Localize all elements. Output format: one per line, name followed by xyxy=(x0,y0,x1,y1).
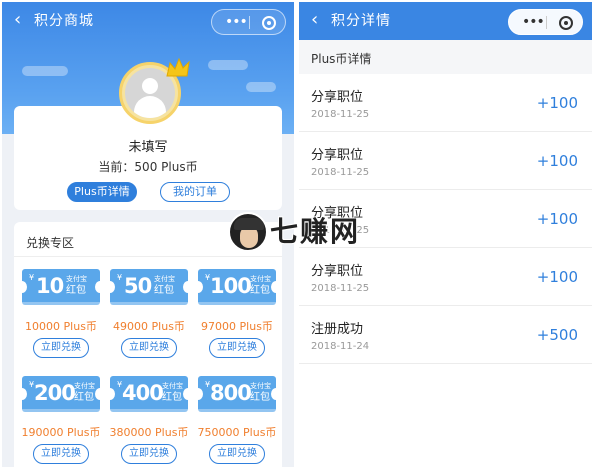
coupon-amount: 400 xyxy=(122,381,164,405)
more-icon[interactable]: ••• xyxy=(225,13,248,31)
mini-program-capsule: ••• xyxy=(508,9,583,35)
close-target-icon[interactable] xyxy=(559,16,573,30)
list-item: 分享职位 2018-11-25 +100 xyxy=(299,74,592,132)
coupon-price: 380000 Plus币 xyxy=(109,426,189,439)
redeem-button[interactable]: 立即兑换 xyxy=(33,338,89,358)
list-item: 分享职位 2018-11-25 +100 xyxy=(299,248,592,306)
points-details-button[interactable]: Plus币详情 xyxy=(67,182,137,202)
nav-bar: ‹ 积分详情 ••• xyxy=(299,2,592,40)
points-balance: 当前：500 Plus币 xyxy=(98,160,198,174)
coupon-price: 49000 Plus币 xyxy=(113,320,185,333)
record-date: 2018-11-25 xyxy=(311,109,370,120)
redeem-button[interactable]: 立即兑换 xyxy=(121,444,177,464)
coupon-card[interactable]: ¥ 50 支付宝 红包 xyxy=(105,269,193,305)
record-points: +100 xyxy=(536,152,578,170)
list-item: 注册成功 2018-11-24 +500 xyxy=(299,306,592,364)
record-points: +500 xyxy=(536,326,578,344)
coupon-price: 10000 Plus币 xyxy=(25,320,97,333)
redeem-button[interactable]: 立即兑换 xyxy=(33,444,89,464)
back-icon[interactable]: ‹ xyxy=(14,10,21,30)
record-title: 注册成功 xyxy=(311,322,364,337)
nav-bar: ‹ 积分商城 ••• xyxy=(2,2,294,40)
crown-icon xyxy=(166,57,190,77)
more-icon[interactable]: ••• xyxy=(522,13,545,31)
coupon-amount: 800 xyxy=(210,381,252,405)
record-title: 分享职位 xyxy=(311,264,364,279)
coupon-price: 750000 Plus币 xyxy=(197,426,277,439)
watermark: 七赚网 xyxy=(228,212,370,252)
redeem-button[interactable]: 立即兑换 xyxy=(209,444,265,464)
exchange-heading: 兑换专区 xyxy=(26,236,75,250)
watermark-text: 七赚网 xyxy=(270,215,361,248)
coupon-card[interactable]: ¥ 200 支付宝 红包 xyxy=(17,376,105,412)
coupon-card[interactable]: ¥ 400 支付宝 红包 xyxy=(105,376,193,412)
coupon-price: 190000 Plus币 xyxy=(21,426,101,439)
record-date: 2018-11-25 xyxy=(311,283,370,294)
record-date: 2018-11-24 xyxy=(311,341,370,352)
section-header: Plus币详情 xyxy=(299,40,592,74)
page-title: 积分商城 xyxy=(34,13,94,29)
redeem-button[interactable]: 立即兑换 xyxy=(121,338,177,358)
coupon-card[interactable]: ¥ 800 支付宝 红包 xyxy=(193,376,281,412)
list-item: 分享职位 2018-11-25 +100 xyxy=(299,132,592,190)
redeem-button[interactable]: 立即兑换 xyxy=(209,338,265,358)
coupon-card[interactable]: ¥ 10 支付宝 红包 xyxy=(17,269,105,305)
screenshot: ‹ 积分商城 ••• 未填写 当前：500 Plus币 Plus币详情 我的订单… xyxy=(0,0,594,467)
record-points: +100 xyxy=(536,268,578,286)
record-points: +100 xyxy=(536,94,578,112)
coupon-amount: 10 xyxy=(36,274,64,298)
my-orders-button[interactable]: 我的订单 xyxy=(160,182,230,202)
record-title: 分享职位 xyxy=(311,90,364,105)
record-date: 2018-11-25 xyxy=(311,167,370,178)
watermark-face-icon xyxy=(228,212,268,252)
coupon-amount: 100 xyxy=(210,274,252,298)
record-points: +100 xyxy=(536,210,578,228)
coupon-card[interactable]: ¥ 100 支付宝 红包 xyxy=(193,269,281,305)
nickname: 未填写 xyxy=(128,140,168,155)
coupon-amount: 200 xyxy=(34,381,76,405)
coupon-amount: 50 xyxy=(124,274,152,298)
record-title: 分享职位 xyxy=(311,148,364,163)
section-title: Plus币详情 xyxy=(311,52,372,66)
page-title: 积分详情 xyxy=(331,13,391,29)
coupon-price: 97000 Plus币 xyxy=(201,320,273,333)
back-icon[interactable]: ‹ xyxy=(311,10,318,30)
close-target-icon[interactable] xyxy=(262,16,276,30)
exchange-section: 兑换专区 ¥ 10 支付宝 红包 10000 Plus币 立即兑换 ¥ 50 支… xyxy=(14,222,282,467)
mini-program-capsule: ••• xyxy=(211,9,286,35)
